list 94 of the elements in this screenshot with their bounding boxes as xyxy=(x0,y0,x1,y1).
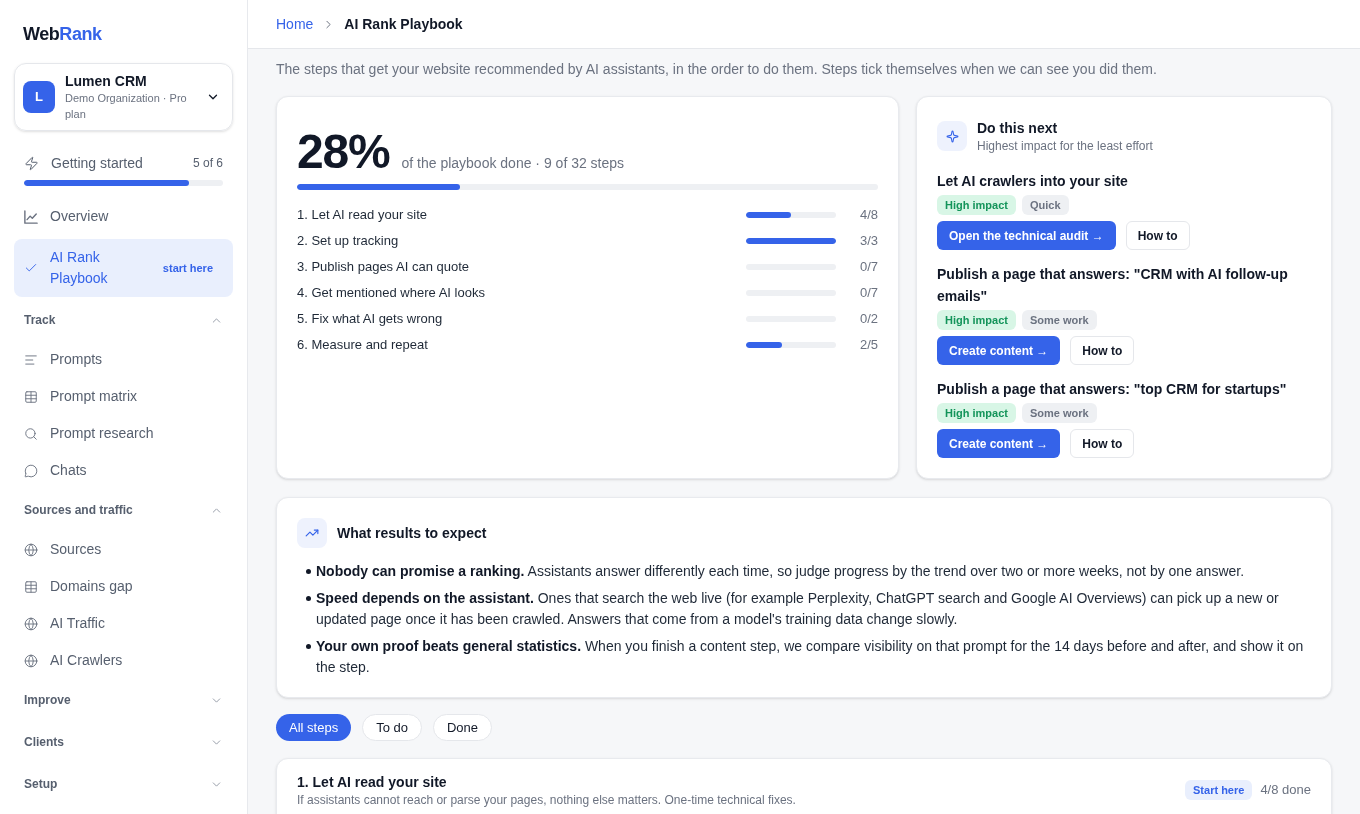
primary-action-button[interactable]: Create content → xyxy=(937,336,1061,365)
globe-icon xyxy=(24,616,38,631)
nav-item[interactable]: Sources xyxy=(14,531,233,568)
table-icon xyxy=(24,579,38,594)
table-icon xyxy=(24,389,38,404)
step-label: 1. Let AI read your site xyxy=(297,206,429,225)
organization-switcher[interactable]: L Lumen CRM Demo Organization · Pro plan xyxy=(14,63,233,131)
section-header[interactable]: Clients xyxy=(14,721,233,763)
primary-action-button[interactable]: Open the technical audit → xyxy=(937,221,1116,250)
breadcrumb-link[interactable]: Home xyxy=(276,13,314,35)
brand-logo: WebRank xyxy=(23,23,102,46)
step-label: 4. Get mentioned where AI looks xyxy=(297,284,486,303)
step-label: 3. Publish pages AI can quote xyxy=(297,258,470,277)
section-header[interactable]: Improve xyxy=(14,679,233,721)
nav-label: Chats xyxy=(50,461,87,480)
organization-name: Lumen CRM xyxy=(65,72,148,90)
breadcrumb-current: AI Rank Playbook xyxy=(344,14,463,34)
search-icon xyxy=(24,426,38,441)
nav-item[interactable]: AI Rank Playbook start here xyxy=(14,239,233,297)
step-label: 6. Measure and repeat xyxy=(297,336,429,355)
nav-label: Overview xyxy=(50,207,109,226)
step-count: 0/7 xyxy=(858,258,878,277)
nav-item[interactable]: Overview xyxy=(14,198,233,235)
step-progress-count: 4/8 done xyxy=(1260,781,1311,800)
nav-label: Prompt matrix xyxy=(50,387,138,406)
chat-bubble-icon xyxy=(24,463,38,478)
step-label: 5. Fix what AI gets wrong xyxy=(297,310,444,329)
bullet-icon xyxy=(306,596,311,601)
tag: High impact xyxy=(937,195,1016,215)
filter-tab[interactable]: All steps xyxy=(276,714,352,741)
result-point: Nobody can promise a ranking. Assistants answer differently each time, so judge progress by the trend over two or more weeks, not by one answer. xyxy=(316,562,1245,581)
filter-tab[interactable]: Done xyxy=(432,714,493,741)
nav-label: AI Traffic xyxy=(50,614,105,633)
nav-item[interactable]: Chats xyxy=(14,452,233,489)
how-to-button[interactable]: How to xyxy=(1070,429,1135,458)
nav-item[interactable]: Domains gap xyxy=(14,568,233,605)
card-title: What results to expect xyxy=(337,523,487,543)
check-icon xyxy=(24,261,38,275)
action-title: Let AI crawlers into your site xyxy=(937,172,1129,191)
bullet-icon xyxy=(306,644,311,649)
tag: Quick xyxy=(1021,195,1069,215)
nav-item[interactable]: Prompt matrix xyxy=(14,378,233,415)
nav-hint-text: start here xyxy=(162,260,213,276)
getting-started-link[interactable]: Getting started xyxy=(51,152,143,174)
step-label: 2. Set up tracking xyxy=(297,232,400,251)
nav-label: AI Crawlers xyxy=(50,651,123,670)
tag: Some work xyxy=(1021,310,1097,330)
globe-icon xyxy=(24,653,38,668)
lines-icon xyxy=(24,352,38,367)
filter-tab[interactable]: To do xyxy=(362,714,422,741)
lightning-icon xyxy=(24,155,39,171)
section-header[interactable]: Sources and traffic xyxy=(14,489,233,531)
getting-started-count: 5 of 6 xyxy=(192,155,223,172)
organization-plan: Demo Organization · Pro plan xyxy=(65,91,188,122)
progress-summary: of the playbook done · 9 of 32 steps xyxy=(401,154,625,173)
organization-avatar: L xyxy=(23,81,55,113)
card-subtitle: Highest impact for the least effort xyxy=(977,138,1153,154)
step-count: 2/5 xyxy=(858,336,878,355)
step-count: 0/2 xyxy=(858,310,878,329)
nav-label: Domains gap xyxy=(50,577,133,596)
sparkle-icon xyxy=(937,121,967,151)
nav-label: AI Rank Playbook xyxy=(50,248,109,288)
action-title: Publish a page that answers: "top CRM for startups" xyxy=(937,380,1288,399)
step-count: 0/7 xyxy=(858,284,878,303)
section-header[interactable]: Track xyxy=(14,299,233,341)
trending-up-icon xyxy=(297,518,327,548)
nav-item[interactable]: AI Crawlers xyxy=(14,642,233,679)
card-title: Do this next xyxy=(977,119,1059,138)
globe-icon xyxy=(24,542,38,557)
chart-icon xyxy=(24,209,38,224)
tag: High impact xyxy=(937,403,1016,423)
result-point: Speed depends on the assistant. Ones that search the web live (for example Perplexity, ChatGPT search and Google AI Overviews) can pick up a new or updated page once it has been crawled. Answers that come from a model's training data change slowly. xyxy=(316,589,1280,629)
step-title: 1. Let AI read your site xyxy=(297,773,448,792)
nav-label: Prompts xyxy=(50,350,103,369)
start-here-badge: Start here xyxy=(1185,780,1253,800)
nav-item[interactable]: AI Traffic xyxy=(14,605,233,642)
tag: Some work xyxy=(1021,403,1097,423)
step-count: 3/3 xyxy=(858,232,878,251)
how-to-button[interactable]: How to xyxy=(1125,221,1190,250)
page-subtitle: The steps that get your website recommended by AI assistants, in the order to do them. Steps tick themselves when we can see you did them. xyxy=(276,60,1158,79)
section-header[interactable]: Setup xyxy=(14,763,233,805)
tag: High impact xyxy=(937,310,1016,330)
result-point: Your own proof beats general statistics. When you finish a content step, we compare visibility on that prompt for the 14 days before and after, and show it on the step. xyxy=(316,637,1305,677)
bullet-icon xyxy=(306,569,311,574)
progress-percent: 28% xyxy=(297,128,390,176)
step-count: 4/8 xyxy=(858,206,878,225)
action-title: Publish a page that answers: "CRM with AI follow-up emails" xyxy=(937,265,1289,306)
nav-label: Prompt research xyxy=(50,424,154,443)
nav-item[interactable]: Prompts xyxy=(14,341,233,378)
step-description: If assistants cannot reach or parse your pages, nothing else matters. One-time technical fixes. xyxy=(297,792,797,808)
how-to-button[interactable]: How to xyxy=(1070,336,1135,365)
primary-action-button[interactable]: Create content → xyxy=(937,429,1061,458)
nav-label: Sources xyxy=(50,540,102,559)
nav-item[interactable]: Prompt research xyxy=(14,415,233,452)
